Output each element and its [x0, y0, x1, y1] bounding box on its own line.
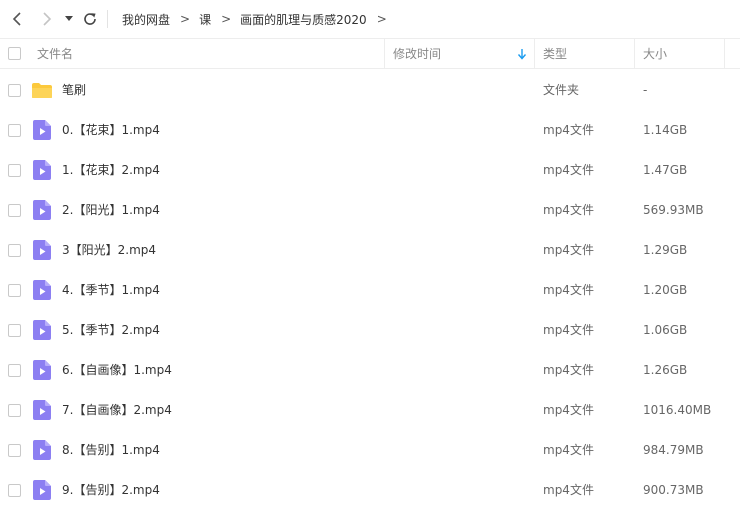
file-type: mp4文件 [543, 163, 594, 177]
file-name[interactable]: 1.【花束】2.mp4 [62, 150, 160, 190]
chevron-left-icon [12, 12, 21, 26]
folder-row[interactable]: 笔刷 文件夹 - [0, 70, 740, 110]
row-checkbox[interactable] [8, 364, 21, 377]
row-checkbox[interactable] [8, 284, 21, 297]
row-checkbox[interactable] [8, 484, 21, 497]
video-file-icon [33, 400, 51, 420]
history-dropdown-button[interactable] [61, 9, 77, 29]
file-name[interactable]: 笔刷 [62, 70, 86, 110]
row-checkbox[interactable] [8, 404, 21, 417]
select-all-checkbox[interactable] [8, 47, 21, 60]
file-type: 文件夹 [543, 83, 580, 97]
file-name[interactable]: 0.【花束】1.mp4 [62, 110, 160, 150]
row-checkbox[interactable] [8, 124, 21, 137]
row-checkbox[interactable] [8, 84, 21, 97]
row-checkbox[interactable] [8, 204, 21, 217]
file-size: 1.26GB [643, 363, 688, 377]
file-type: mp4文件 [543, 483, 594, 497]
breadcrumb-separator: > [180, 12, 191, 26]
file-row[interactable]: 6.【自画像】1.mp4 mp4文件 1.26GB [0, 350, 740, 390]
file-size: 1.20GB [643, 283, 688, 297]
video-file-icon [33, 320, 51, 340]
file-type: mp4文件 [543, 243, 594, 257]
file-row[interactable]: 4.【季节】1.mp4 mp4文件 1.20GB [0, 270, 740, 310]
breadcrumb-item-course[interactable]: 课 [199, 11, 211, 28]
file-name[interactable]: 6.【自画像】1.mp4 [62, 350, 172, 390]
column-size[interactable]: 大小 [643, 39, 667, 68]
video-file-icon [33, 440, 51, 460]
file-name[interactable]: 2.【阳光】1.mp4 [62, 190, 160, 230]
file-row[interactable]: 1.【花束】2.mp4 mp4文件 1.47GB [0, 150, 740, 190]
file-type: mp4文件 [543, 283, 594, 297]
breadcrumb-separator: > [221, 12, 232, 26]
file-row[interactable]: 7.【自画像】2.mp4 mp4文件 1016.40MB [0, 390, 740, 430]
row-checkbox[interactable] [8, 244, 21, 257]
row-checkbox[interactable] [8, 324, 21, 337]
file-size: 984.79MB [643, 443, 704, 457]
file-name[interactable]: 5.【季节】2.mp4 [62, 310, 160, 350]
file-row[interactable]: 5.【季节】2.mp4 mp4文件 1.06GB [0, 310, 740, 350]
row-checkbox[interactable] [8, 164, 21, 177]
breadcrumb-item-current[interactable]: 画面的肌理与质感2020 [240, 11, 367, 28]
file-row[interactable]: 3【阳光】2.mp4 mp4文件 1.29GB [0, 230, 740, 270]
forward-button[interactable] [37, 9, 57, 29]
breadcrumb: 我的网盘 > 课 > 画面的肌理与质感2020 > [122, 11, 396, 27]
column-type[interactable]: 类型 [543, 39, 567, 68]
column-divider[interactable] [634, 39, 635, 68]
toolbar-divider [107, 10, 108, 28]
column-divider[interactable] [534, 39, 535, 68]
file-size: 1.47GB [643, 163, 688, 177]
column-header: 文件名 修改时间 类型 大小 [0, 38, 740, 69]
file-row[interactable]: 2.【阳光】1.mp4 mp4文件 569.93MB [0, 190, 740, 230]
breadcrumb-separator: > [376, 12, 387, 26]
file-type: mp4文件 [543, 123, 594, 137]
column-modified[interactable]: 修改时间 [393, 39, 441, 68]
file-type: mp4文件 [543, 323, 594, 337]
file-name[interactable]: 3【阳光】2.mp4 [62, 230, 156, 270]
file-size: 1.29GB [643, 243, 688, 257]
caret-down-icon [65, 16, 73, 21]
column-divider[interactable] [384, 39, 385, 68]
row-checkbox[interactable] [8, 444, 21, 457]
file-size: 569.93MB [643, 203, 704, 217]
column-name[interactable]: 文件名 [37, 39, 73, 68]
refresh-icon [84, 13, 96, 25]
video-file-icon [33, 480, 51, 500]
toolbar: 我的网盘 > 课 > 画面的肌理与质感2020 > [0, 0, 740, 38]
file-name[interactable]: 8.【告别】1.mp4 [62, 430, 160, 470]
file-size: 1016.40MB [643, 403, 712, 417]
arrow-down-icon[interactable] [517, 48, 527, 60]
video-file-icon [33, 200, 51, 220]
video-file-icon [33, 240, 51, 260]
back-button[interactable] [7, 9, 27, 29]
video-file-icon [33, 120, 51, 140]
file-row[interactable]: 9.【告别】2.mp4 mp4文件 900.73MB [0, 470, 740, 510]
folder-icon [32, 83, 52, 98]
file-type: mp4文件 [543, 363, 594, 377]
video-file-icon [33, 280, 51, 300]
file-type: mp4文件 [543, 203, 594, 217]
video-file-icon [33, 360, 51, 380]
video-file-icon [33, 160, 51, 180]
file-name[interactable]: 4.【季节】1.mp4 [62, 270, 160, 310]
refresh-button[interactable] [80, 9, 100, 29]
file-name[interactable]: 7.【自画像】2.mp4 [62, 390, 172, 430]
file-size: - [643, 83, 648, 97]
column-divider[interactable] [724, 39, 725, 68]
file-size: 1.14GB [643, 123, 688, 137]
file-row[interactable]: 0.【花束】1.mp4 mp4文件 1.14GB [0, 110, 740, 150]
breadcrumb-item-root[interactable]: 我的网盘 [122, 11, 170, 28]
file-size: 1.06GB [643, 323, 688, 337]
file-type: mp4文件 [543, 403, 594, 417]
chevron-right-icon [43, 12, 52, 26]
file-name[interactable]: 9.【告别】2.mp4 [62, 470, 160, 510]
file-row[interactable]: 8.【告别】1.mp4 mp4文件 984.79MB [0, 430, 740, 470]
file-type: mp4文件 [543, 443, 594, 457]
file-size: 900.73MB [643, 483, 704, 497]
